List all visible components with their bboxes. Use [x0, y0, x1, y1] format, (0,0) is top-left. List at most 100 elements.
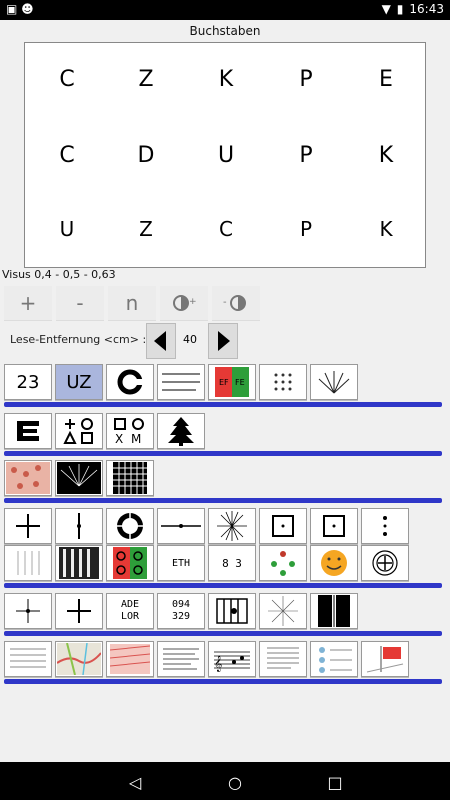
svg-text:M: M — [131, 432, 141, 445]
tile-numbers-89[interactable]: 8 3 — [208, 545, 256, 581]
tile-shapes[interactable] — [55, 413, 103, 449]
tile-letters-adelor[interactable]: ADE LOR — [106, 593, 154, 629]
tile-smiley[interactable] — [310, 545, 358, 581]
tile-people[interactable] — [310, 641, 358, 677]
tile-star[interactable] — [208, 508, 256, 544]
vertical-line-icon — [77, 513, 81, 539]
tile-vertical-line[interactable] — [55, 508, 103, 544]
smiley-icon — [321, 550, 347, 576]
tile-landolt-ring[interactable] — [106, 364, 154, 400]
tree-icon — [168, 417, 194, 446]
notification-icons: ▣ ☻ — [6, 2, 34, 16]
tile-fan-chart[interactable] — [310, 364, 358, 400]
tile-e-hook[interactable] — [4, 413, 52, 449]
tile-dots-vertical[interactable] — [361, 508, 409, 544]
reading-distance-label: Lese-Entfernung <cm> : — [10, 333, 147, 346]
document-icon — [10, 648, 46, 668]
divider-bar — [4, 451, 442, 456]
distance-decrease-button[interactable] — [146, 323, 176, 359]
divider-bar — [4, 631, 442, 636]
tile-numbers[interactable]: 23 — [4, 364, 52, 400]
plus-circle-icon — [372, 550, 398, 576]
rays-icon — [57, 462, 101, 494]
symbols-icon: XM — [114, 418, 144, 445]
svg-text:EF: EF — [219, 378, 229, 387]
tile-cloth[interactable] — [106, 641, 154, 677]
tile-flag[interactable] — [361, 641, 409, 677]
tile-letters[interactable]: UZ — [55, 364, 103, 400]
letter: P — [299, 67, 313, 92]
tile-numbers-094[interactable]: 094 329 — [157, 593, 205, 629]
back-icon[interactable]: ◁ — [124, 771, 146, 793]
tile-reading-text[interactable] — [157, 364, 205, 400]
tile-text-page[interactable] — [157, 641, 205, 677]
tile-cross-thin[interactable] — [4, 593, 52, 629]
distance-increase-button[interactable] — [208, 323, 238, 359]
letter: C — [59, 143, 75, 168]
tile-letters-eth[interactable]: ETH — [157, 545, 205, 581]
letter: P — [299, 143, 313, 168]
letter: K — [378, 143, 394, 168]
recents-icon[interactable]: □ — [324, 771, 346, 793]
tile-square-frame-2[interactable] — [310, 508, 358, 544]
cloth-icon — [110, 644, 150, 674]
svg-text:𝄞: 𝄞 — [214, 656, 222, 672]
tile-stripes[interactable] — [4, 545, 52, 581]
divider-bar — [4, 498, 442, 503]
tile-cage[interactable] — [208, 593, 256, 629]
tile-black-white[interactable] — [310, 593, 358, 629]
tile-tree[interactable] — [157, 413, 205, 449]
contrast-plus-button[interactable]: + — [160, 286, 208, 321]
divider-bar — [4, 679, 442, 684]
visus-label: Visus 0,4 - 0,5 - 0,63 — [2, 268, 116, 281]
tile-symbols[interactable]: XM — [106, 413, 154, 449]
letter: C — [59, 67, 75, 92]
square-icon — [272, 515, 294, 537]
cage-icon — [216, 598, 248, 624]
triangle-left-icon — [154, 331, 166, 351]
text-icon — [162, 373, 200, 391]
letter-chart: C Z K P E C D U P K U Z C P K — [24, 42, 426, 268]
contrast-plus-icon: + — [173, 295, 196, 311]
tile-star-thin[interactable] — [259, 593, 307, 629]
tile-amsler-grid[interactable] — [106, 460, 154, 496]
divider-bar — [4, 402, 442, 407]
svg-text:+: + — [189, 297, 196, 307]
letter: C — [219, 217, 233, 241]
flag-icon — [366, 646, 404, 673]
tile-plus-circle[interactable] — [361, 545, 409, 581]
tile-red-green[interactable]: EF FE — [208, 364, 256, 400]
status-bar: ▣ ☻ ▼ ▮ 16:43 — [0, 0, 450, 20]
tile-moire[interactable] — [55, 545, 103, 581]
tile-target[interactable] — [106, 508, 154, 544]
tile-dot-pattern[interactable] — [259, 364, 307, 400]
size-minus-button[interactable]: - — [56, 286, 104, 321]
tile-text-page-2[interactable] — [259, 641, 307, 677]
black-white-icon — [318, 595, 350, 627]
tile-colored-dots[interactable] — [259, 545, 307, 581]
tile-red-green-circles[interactable] — [106, 545, 154, 581]
reading-distance-value: 40 — [183, 333, 197, 346]
letter: K — [379, 217, 393, 241]
tile-horizontal-line[interactable] — [157, 508, 205, 544]
home-icon[interactable]: ○ — [224, 771, 246, 793]
red-green-icon: EF FE — [215, 367, 249, 397]
tile-map[interactable] — [55, 641, 103, 677]
contrast-minus-button[interactable]: - — [212, 286, 260, 321]
horizontal-line-icon — [161, 524, 201, 528]
tile-document[interactable] — [4, 641, 52, 677]
normal-button[interactable]: n — [108, 286, 156, 321]
map-icon — [57, 643, 101, 675]
star-icon — [268, 596, 298, 626]
tile-rays-dark[interactable] — [55, 460, 103, 496]
tile-cross[interactable] — [4, 508, 52, 544]
cross-icon — [16, 514, 40, 538]
tile-cross-bold[interactable] — [55, 593, 103, 629]
tile-ishihara[interactable] — [4, 460, 52, 496]
cross-icon — [16, 599, 40, 623]
divider-bar — [4, 583, 442, 588]
tile-music[interactable]: 𝄞 — [208, 641, 256, 677]
size-plus-button[interactable]: + — [4, 286, 52, 321]
letter: Z — [138, 67, 154, 92]
tile-square-frame[interactable] — [259, 508, 307, 544]
